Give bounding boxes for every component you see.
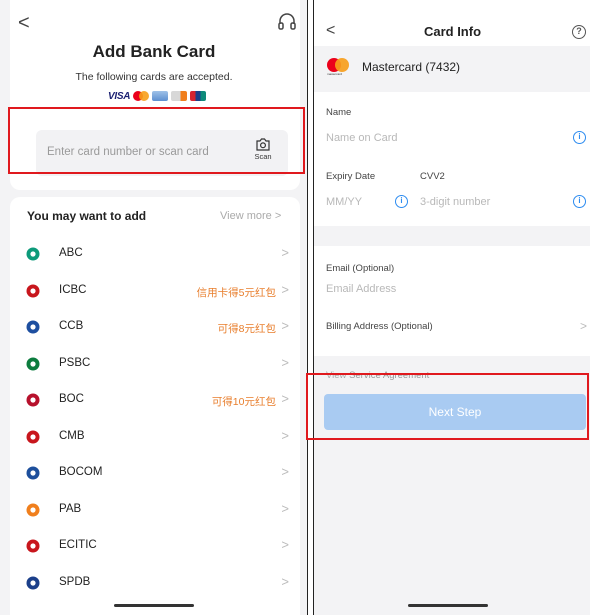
chevron-right-icon: >: [281, 245, 289, 260]
bank-row[interactable]: ICBC 信用卡得5元红包 >: [10, 279, 300, 305]
chevron-right-icon: >: [281, 354, 289, 370]
bocom-bank-icon: [26, 466, 40, 480]
bank-row[interactable]: BOC 可得10元红包 >: [10, 388, 300, 414]
help-icon[interactable]: ?: [572, 25, 586, 39]
mastercard-logo-icon: [133, 91, 150, 101]
spdb-bank-icon: [26, 576, 40, 590]
visa-logo: VISA: [108, 90, 131, 102]
cvv-input[interactable]: 3-digit number: [420, 196, 490, 208]
card-brand-label: Mastercard (7432): [362, 60, 461, 74]
bank-row[interactable]: BOCOM >: [10, 461, 300, 487]
add-bank-card-screen: < Add Bank Card The following cards are …: [0, 0, 308, 615]
boc-bank-icon: [26, 393, 40, 407]
bank-name: ABC: [59, 247, 83, 259]
chevron-right-icon: >: [579, 319, 587, 333]
bank-row[interactable]: CCB 可得8元红包 >: [10, 315, 300, 341]
bank-row[interactable]: ECITIC >: [10, 534, 300, 560]
cvv-info-icon[interactable]: i: [573, 195, 586, 208]
ccb-bank-icon: [26, 320, 40, 334]
back-icon[interactable]: <: [18, 12, 30, 35]
mastercard-logo-icon: mastercard: [327, 58, 349, 76]
billing-label: Billing Address (Optional): [326, 321, 433, 332]
expiry-info-icon[interactable]: i: [395, 195, 408, 208]
scan-card-button[interactable]: Scan: [248, 138, 278, 161]
scan-label: Scan: [254, 152, 272, 161]
card-number-input[interactable]: Enter card number or scan card Scan: [36, 130, 288, 176]
pab-bank-icon: [26, 503, 40, 517]
bank-name: CMB: [59, 429, 85, 442]
bank-name: BOCOM: [59, 466, 103, 478]
card-details-section: Name Name on Card i Expiry Date CVV2 MM/…: [314, 92, 590, 226]
bank-row[interactable]: SPDB >: [10, 571, 300, 597]
abc-bank-icon: [26, 247, 40, 261]
cmb-bank-icon: [26, 430, 40, 444]
chevron-right-icon: >: [281, 427, 289, 443]
bank-name: PAB: [59, 502, 82, 515]
bank-row[interactable]: ABC >: [10, 242, 300, 268]
chevron-right-icon: >: [281, 573, 289, 589]
discover-card-icon: [171, 91, 188, 101]
email-input[interactable]: Email Address: [326, 283, 396, 295]
cvv-label: CVV2: [420, 171, 445, 182]
page-title: Card Info: [423, 24, 482, 39]
psbc-bank-icon: [26, 357, 40, 371]
view-more-label: View more: [220, 210, 272, 222]
accepted-card-logos: VISA: [108, 89, 207, 103]
page-title: Add Bank Card: [92, 42, 216, 61]
service-agreement-link[interactable]: Service Agreement: [349, 370, 429, 381]
next-step-button[interactable]: Next Step: [324, 394, 586, 430]
name-input[interactable]: Name on Card: [326, 132, 398, 144]
card-number-placeholder: Enter card number or scan card: [47, 146, 209, 158]
service-agreement-text: View Service Agreement: [326, 370, 429, 381]
bank-promo-badge: 可得10元红包: [211, 396, 276, 408]
home-indicator: [408, 604, 488, 607]
chevron-right-icon: >: [281, 464, 289, 479]
expiry-input[interactable]: MM/YY: [326, 196, 362, 208]
bank-promo-badge: 可得8元红包: [217, 323, 276, 335]
chevron-right-icon: >: [281, 537, 289, 552]
contact-section: Email (Optional) Email Address Billing A…: [314, 246, 590, 356]
name-info-icon[interactable]: i: [573, 131, 586, 144]
home-indicator: [114, 604, 194, 607]
bank-row[interactable]: PSBC >: [10, 352, 300, 378]
bank-name: ECITIC: [59, 539, 97, 551]
ecitic-bank-icon: [26, 539, 40, 553]
card-info-screen: < Card Info ? mastercard Mastercard (743…: [313, 0, 590, 615]
unionpay-card-icon: [190, 91, 207, 101]
chevron-right-icon: >: [274, 210, 282, 222]
expiry-label: Expiry Date: [326, 171, 376, 182]
bank-row[interactable]: CMB >: [10, 425, 300, 451]
icbc-bank-icon: [26, 284, 40, 298]
bank-name: PSBC: [59, 356, 91, 369]
bank-name: SPDB: [59, 575, 91, 588]
camera-icon: [256, 138, 270, 151]
view-more-link[interactable]: View more >: [220, 210, 281, 222]
mastercard-logo-text: mastercard: [327, 72, 343, 76]
chevron-right-icon: >: [281, 318, 289, 333]
email-label: Email (Optional): [326, 263, 395, 274]
agreement-prefix: View: [326, 370, 347, 381]
bank-promo-badge: 信用卡得5元红包: [196, 286, 276, 299]
amex-card-icon: [152, 91, 169, 101]
chevron-right-icon: >: [281, 500, 289, 516]
list-heading: You may want to add: [27, 209, 147, 223]
bank-name: CCB: [59, 320, 84, 332]
billing-address-row[interactable]: Billing Address (Optional) >: [314, 312, 590, 342]
chevron-right-icon: >: [281, 281, 289, 297]
chevron-right-icon: >: [281, 391, 289, 406]
name-label: Name: [326, 107, 352, 118]
headset-icon[interactable]: [277, 12, 297, 32]
bank-row[interactable]: PAB >: [10, 498, 300, 524]
bank-name: BOC: [59, 393, 84, 405]
selected-card-row: mastercard Mastercard (7432): [314, 46, 590, 88]
card-info-header: < Card Info ?: [314, 0, 590, 46]
bank-name: ICBC: [59, 283, 87, 296]
accepted-cards-text: The following cards are accepted.: [75, 71, 233, 83]
